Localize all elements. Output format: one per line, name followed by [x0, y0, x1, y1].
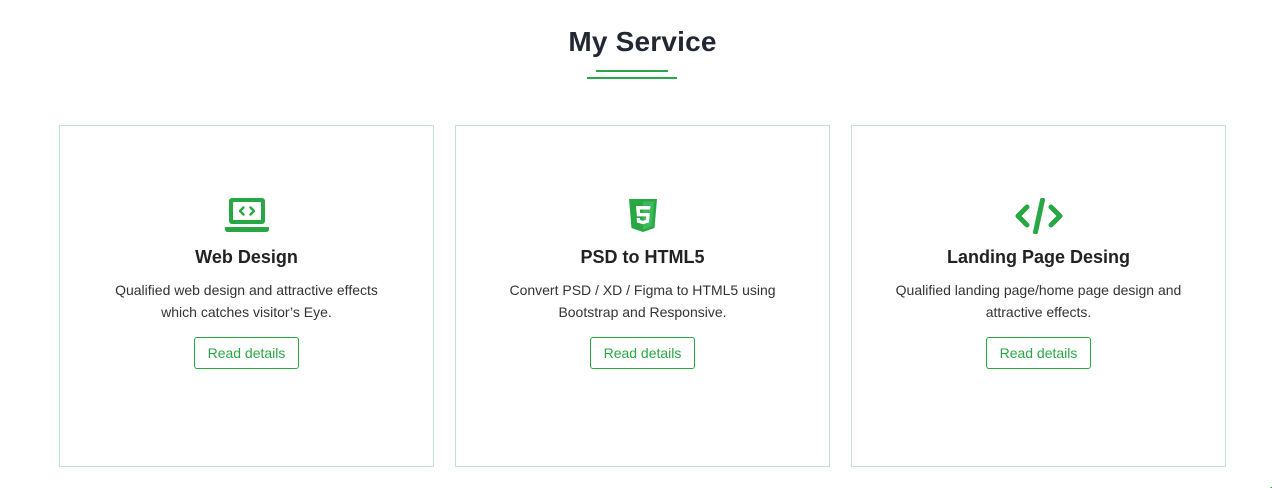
title-underline: [587, 70, 677, 80]
services-section: My Service Web Design Qualified web desi…: [0, 0, 1272, 488]
scroll-top-button[interactable]: [1264, 480, 1272, 488]
service-card-landing-page: Landing Page Desing Qualified landing pa…: [851, 125, 1226, 467]
section-title: My Service: [568, 26, 717, 57]
read-details-button[interactable]: Read details: [194, 337, 299, 369]
service-card-psd-to-html5: PSD to HTML5 Convert PSD / XD / Figma to…: [455, 125, 830, 467]
code-icon: [852, 196, 1225, 236]
service-description: Qualified web design and attractive effe…: [115, 282, 378, 320]
service-description: Qualified landing page/home page design …: [895, 282, 1182, 320]
service-title: Landing Page Desing: [946, 247, 1131, 267]
service-title: Web Design: [195, 247, 298, 267]
underline-bottom: [587, 77, 677, 79]
underline-top: [596, 70, 668, 72]
read-details-button[interactable]: Read details: [590, 337, 695, 369]
html5-icon: [456, 196, 829, 236]
laptop-code-icon: [60, 196, 433, 236]
service-card-web-design: Web Design Qualified web design and attr…: [59, 125, 434, 467]
service-title: PSD to HTML5: [580, 247, 705, 267]
service-description: Convert PSD / XD / Figma to HTML5 using …: [509, 282, 776, 320]
read-details-button[interactable]: Read details: [986, 337, 1091, 369]
